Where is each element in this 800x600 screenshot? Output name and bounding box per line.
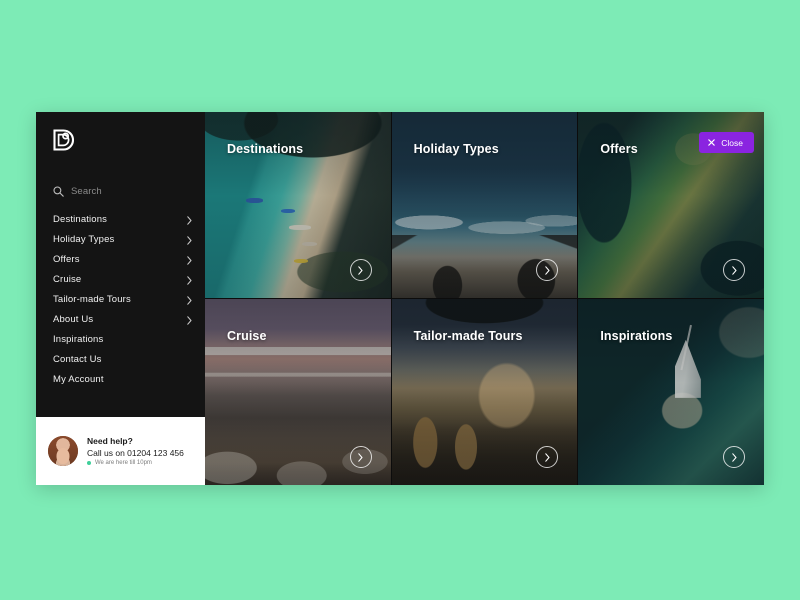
brand-logo[interactable] — [36, 112, 205, 168]
help-card[interactable]: Need help? Call us on 01204 123 456 We a… — [36, 417, 205, 485]
sidebar-spacer — [36, 390, 205, 417]
tile-offers[interactable]: Offers Close — [578, 112, 764, 298]
tile-title: Holiday Types — [414, 142, 499, 156]
chevron-right-icon — [187, 276, 192, 285]
status-dot-icon — [87, 461, 91, 465]
tile-title: Offers — [600, 142, 637, 156]
tile-inspirations[interactable]: Inspirations — [578, 299, 764, 485]
chevron-right-icon — [187, 216, 192, 225]
category-tile-grid: Destinations Holiday Types Offers — [205, 112, 764, 485]
sidebar-item-label: Contact Us — [53, 355, 102, 365]
help-text: Need help? Call us on 01204 123 456 We a… — [87, 436, 184, 466]
close-x-icon — [708, 139, 715, 146]
tile-arrow-button[interactable] — [350, 259, 372, 281]
sidebar-item-label: About Us — [53, 315, 93, 325]
sidebar-item-contact-us[interactable]: Contact Us — [53, 350, 192, 370]
sidebar-item-label: Destinations — [53, 215, 107, 225]
close-button[interactable]: Close — [699, 132, 754, 153]
tile-cruise[interactable]: Cruise — [205, 299, 391, 485]
tile-destinations[interactable]: Destinations — [205, 112, 391, 298]
help-title: Need help? — [87, 436, 184, 446]
search-icon — [53, 186, 64, 197]
sidebar-item-about-us[interactable]: About Us — [53, 310, 192, 330]
search-input[interactable]: Search — [36, 180, 205, 202]
sidebar-item-label: Holiday Types — [53, 235, 114, 245]
mega-menu-panel: Search Destinations Holiday Types Offers — [36, 112, 764, 485]
tile-arrow-button[interactable] — [723, 446, 745, 468]
sidebar-item-tailor-made-tours[interactable]: Tailor-made Tours — [53, 290, 192, 310]
sidebar-item-label: Inspirations — [53, 335, 103, 345]
chevron-right-icon — [732, 453, 737, 462]
sidebar-item-inspirations[interactable]: Inspirations — [53, 330, 192, 350]
help-availability: We are here till 10pm — [87, 460, 184, 466]
chevron-right-icon — [732, 266, 737, 275]
close-button-label: Close — [721, 138, 743, 148]
chevron-right-icon — [358, 266, 363, 275]
tile-title: Destinations — [227, 142, 303, 156]
search-placeholder: Search — [71, 186, 102, 197]
tile-title: Inspirations — [600, 329, 672, 343]
tile-arrow-button[interactable] — [723, 259, 745, 281]
help-availability-label: We are here till 10pm — [95, 460, 152, 466]
sidebar-item-my-account[interactable]: My Account — [53, 370, 192, 390]
sidebar: Search Destinations Holiday Types Offers — [36, 112, 205, 485]
avatar-face — [57, 448, 70, 464]
chevron-right-icon — [187, 256, 192, 265]
tile-arrow-button[interactable] — [350, 446, 372, 468]
chevron-right-icon — [187, 296, 192, 305]
brand-logo-d-icon — [52, 128, 74, 152]
agent-avatar — [48, 436, 78, 466]
sidebar-item-label: My Account — [53, 375, 104, 385]
sidebar-item-label: Tailor-made Tours — [53, 295, 131, 305]
sidebar-item-label: Cruise — [53, 275, 81, 285]
chevron-right-icon — [187, 236, 192, 245]
chevron-right-icon — [187, 316, 192, 325]
sidebar-item-offers[interactable]: Offers — [53, 250, 192, 270]
sidebar-item-label: Offers — [53, 255, 80, 265]
tile-holiday-types[interactable]: Holiday Types — [392, 112, 578, 298]
chevron-right-icon — [545, 266, 550, 275]
tile-title: Tailor-made Tours — [414, 329, 523, 343]
chevron-right-icon — [545, 453, 550, 462]
sidebar-item-destinations[interactable]: Destinations — [53, 210, 192, 230]
sidebar-nav-list: Destinations Holiday Types Offers Cruise — [36, 210, 205, 390]
tile-tailor-made-tours[interactable]: Tailor-made Tours — [392, 299, 578, 485]
chevron-right-icon — [358, 453, 363, 462]
sidebar-item-cruise[interactable]: Cruise — [53, 270, 192, 290]
sidebar-item-holiday-types[interactable]: Holiday Types — [53, 230, 192, 250]
tile-title: Cruise — [227, 329, 267, 343]
help-phone-number: Call us on 01204 123 456 — [87, 448, 184, 458]
